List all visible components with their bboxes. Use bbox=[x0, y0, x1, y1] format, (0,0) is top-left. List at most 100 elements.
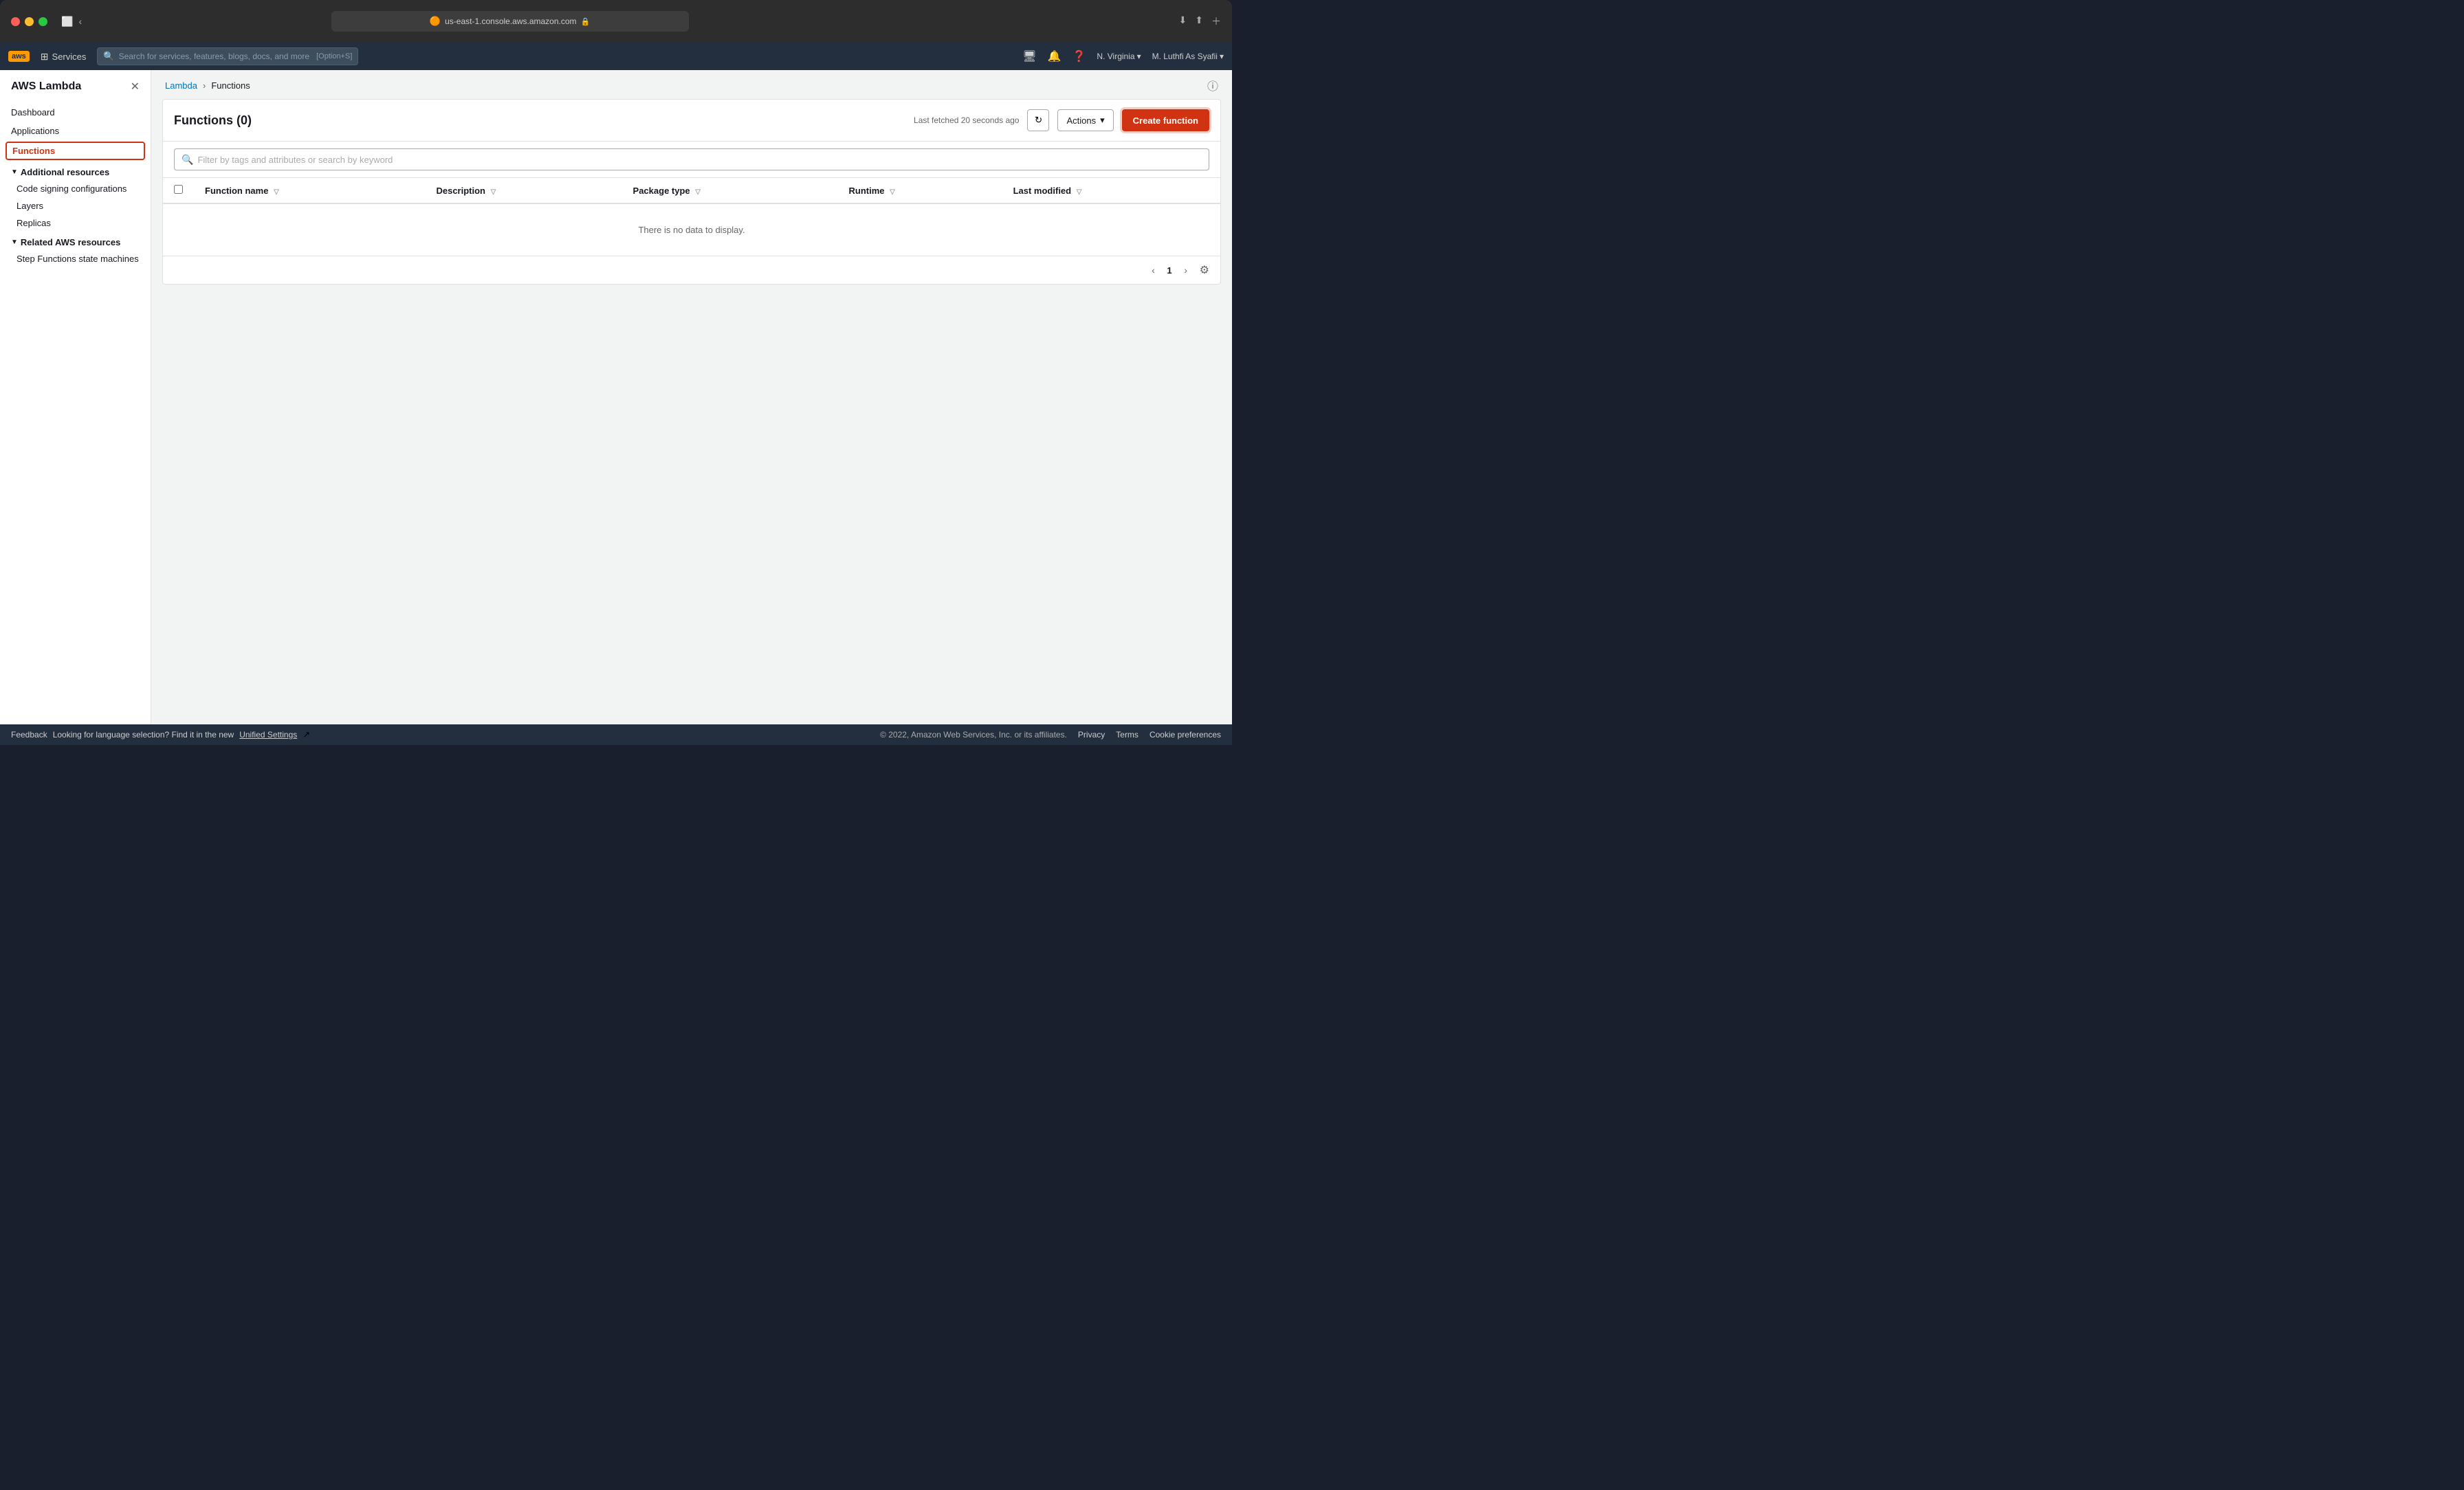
url-text: us-east-1.console.aws.amazon.com bbox=[445, 16, 576, 26]
region-selector[interactable]: N. Virginia ▾ bbox=[1097, 52, 1141, 61]
external-link-icon: ↗ bbox=[302, 729, 310, 740]
additional-resources-label: Additional resources bbox=[21, 167, 109, 177]
lock-icon: 🔒 bbox=[581, 17, 591, 26]
no-data-row: There is no data to display. bbox=[163, 203, 1220, 256]
cookie-preferences-link[interactable]: Cookie preferences bbox=[1150, 730, 1221, 740]
content-area: Lambda › Functions ⓘ Functions (0) Last … bbox=[151, 70, 1232, 724]
footer-copyright: © 2022, Amazon Web Services, Inc. or its… bbox=[880, 730, 1067, 740]
browser-chrome: ⬜ ‹ 🟠 us-east-1.console.aws.amazon.com 🔒… bbox=[0, 0, 1232, 43]
no-data-cell: There is no data to display. bbox=[163, 203, 1220, 256]
additional-resources-header[interactable]: ▼ Additional resources bbox=[0, 162, 151, 180]
share-icon[interactable]: ⬆ bbox=[1195, 14, 1203, 28]
package-type-sort-icon: ▽ bbox=[695, 188, 701, 196]
monitor-icon[interactable]: 🖥 bbox=[1022, 49, 1036, 63]
sidebar-nav: Dashboard Applications Functions ▼ Addit… bbox=[0, 100, 151, 270]
next-page-btn[interactable]: › bbox=[1178, 262, 1194, 278]
select-all-checkbox[interactable] bbox=[174, 185, 183, 194]
footer: Feedback Looking for language selection?… bbox=[0, 724, 1232, 745]
sidebar-title: AWS Lambda bbox=[11, 80, 81, 93]
aws-topnav: aws ⊞ Services 🔍 [Option+S] 🖥 🔔 ❓ N. Vir… bbox=[0, 43, 1232, 70]
download-icon[interactable]: ⬇ bbox=[1179, 14, 1187, 28]
fullscreen-traffic-light[interactable] bbox=[38, 17, 47, 26]
page-number: 1 bbox=[1167, 265, 1172, 276]
related-resources-label: Related AWS resources bbox=[21, 237, 120, 247]
functions-table: Function name ▽ Description ▽ Package ty… bbox=[163, 178, 1220, 256]
back-btn[interactable]: ‹ bbox=[78, 16, 82, 27]
aws-favicon: 🟠 bbox=[430, 16, 441, 27]
minimize-traffic-light[interactable] bbox=[25, 17, 34, 26]
sidebar-item-layers[interactable]: Layers bbox=[0, 197, 151, 214]
functions-title: Functions (0) bbox=[174, 113, 905, 128]
sidebar-item-functions[interactable]: Functions bbox=[6, 142, 145, 160]
related-resources-arrow: ▼ bbox=[11, 238, 18, 246]
search-bar: 🔍 bbox=[163, 142, 1220, 178]
fetched-text: Last fetched 20 seconds ago bbox=[914, 115, 1019, 125]
functions-count: (0) bbox=[236, 113, 252, 127]
refresh-button[interactable]: ↻ bbox=[1027, 109, 1049, 131]
region-chevron: ▾ bbox=[1137, 52, 1141, 61]
topnav-search[interactable]: 🔍 [Option+S] bbox=[97, 47, 358, 65]
sidebar-item-replicas[interactable]: Replicas bbox=[0, 214, 151, 232]
functions-header: Functions (0) Last fetched 20 seconds ag… bbox=[163, 100, 1220, 142]
search-shortcut: [Option+S] bbox=[316, 52, 352, 60]
sidebar: AWS Lambda ✕ Dashboard Applications Func… bbox=[0, 70, 151, 724]
actions-button[interactable]: Actions ▾ bbox=[1057, 109, 1113, 131]
functions-panel: Functions (0) Last fetched 20 seconds ag… bbox=[162, 99, 1221, 285]
window-layout-btn[interactable]: ⬜ bbox=[61, 16, 73, 27]
sidebar-close-btn[interactable]: ✕ bbox=[131, 80, 140, 93]
sidebar-item-applications[interactable]: Applications bbox=[0, 122, 151, 140]
browser-right-controls: ⬇ ⬆ ＋ bbox=[1179, 14, 1221, 28]
user-chevron: ▾ bbox=[1220, 52, 1224, 61]
user-label: M. Luthfi As Syafii bbox=[1152, 52, 1218, 61]
search-input[interactable] bbox=[119, 52, 313, 61]
search-icon: 🔍 bbox=[182, 154, 193, 166]
filter-input[interactable] bbox=[197, 155, 1202, 165]
sidebar-header: AWS Lambda ✕ bbox=[0, 70, 151, 100]
terms-link[interactable]: Terms bbox=[1116, 730, 1138, 740]
table-settings-btn[interactable]: ⚙ bbox=[1200, 263, 1209, 277]
privacy-link[interactable]: Privacy bbox=[1078, 730, 1105, 740]
address-bar[interactable]: 🟠 us-east-1.console.aws.amazon.com 🔒 bbox=[331, 11, 689, 32]
functions-table-container: Function name ▽ Description ▽ Package ty… bbox=[163, 178, 1220, 256]
user-menu[interactable]: M. Luthfi As Syafii ▾ bbox=[1152, 52, 1224, 61]
aws-logo: aws bbox=[8, 51, 30, 62]
runtime-header[interactable]: Runtime ▽ bbox=[838, 178, 1002, 203]
description-sort-icon: ▽ bbox=[491, 188, 496, 196]
help-icon[interactable]: ❓ bbox=[1072, 49, 1086, 63]
bell-icon[interactable]: 🔔 bbox=[1048, 49, 1062, 63]
breadcrumb: Lambda › Functions ⓘ bbox=[151, 70, 1232, 99]
function-name-header[interactable]: Function name ▽ bbox=[194, 178, 425, 203]
package-type-header[interactable]: Package type ▽ bbox=[622, 178, 838, 203]
last-modified-sort-icon: ▽ bbox=[1077, 188, 1082, 196]
browser-controls: ⬜ ‹ bbox=[61, 16, 82, 27]
traffic-lights bbox=[11, 17, 47, 26]
description-header[interactable]: Description ▽ bbox=[425, 178, 622, 203]
sidebar-item-dashboard[interactable]: Dashboard bbox=[0, 103, 151, 122]
breadcrumb-lambda-link[interactable]: Lambda bbox=[165, 80, 197, 91]
search-input-wrapper[interactable]: 🔍 bbox=[174, 148, 1209, 170]
function-name-sort-icon: ▽ bbox=[274, 188, 279, 196]
close-traffic-light[interactable] bbox=[11, 17, 20, 26]
main-layout: AWS Lambda ✕ Dashboard Applications Func… bbox=[0, 70, 1232, 724]
prev-page-btn[interactable]: ‹ bbox=[1145, 262, 1161, 278]
info-icon[interactable]: ⓘ bbox=[1207, 77, 1218, 93]
actions-chevron: ▾ bbox=[1100, 115, 1105, 126]
sidebar-item-step-functions[interactable]: Step Functions state machines bbox=[0, 250, 151, 267]
pagination-bar: ‹ 1 › ⚙ bbox=[163, 256, 1220, 284]
region-label: N. Virginia bbox=[1097, 52, 1134, 61]
footer-language-text: Looking for language selection? Find it … bbox=[53, 730, 234, 740]
new-tab-icon[interactable]: ＋ bbox=[1211, 14, 1221, 28]
actions-label: Actions bbox=[1066, 115, 1096, 126]
related-resources-header[interactable]: ▼ Related AWS resources bbox=[0, 232, 151, 250]
feedback-link[interactable]: Feedback bbox=[11, 730, 47, 740]
breadcrumb-current: Functions bbox=[211, 80, 250, 91]
sidebar-item-code-signing[interactable]: Code signing configurations bbox=[0, 180, 151, 197]
runtime-sort-icon: ▽ bbox=[890, 188, 895, 196]
select-all-header bbox=[163, 178, 194, 203]
services-menu[interactable]: ⊞ Services bbox=[35, 51, 92, 63]
last-modified-header[interactable]: Last modified ▽ bbox=[1002, 178, 1220, 203]
create-function-button[interactable]: Create function bbox=[1122, 109, 1209, 131]
services-label: Services bbox=[52, 52, 87, 62]
unified-settings-link[interactable]: Unified Settings bbox=[239, 730, 297, 740]
topnav-search-icon: 🔍 bbox=[103, 51, 114, 62]
